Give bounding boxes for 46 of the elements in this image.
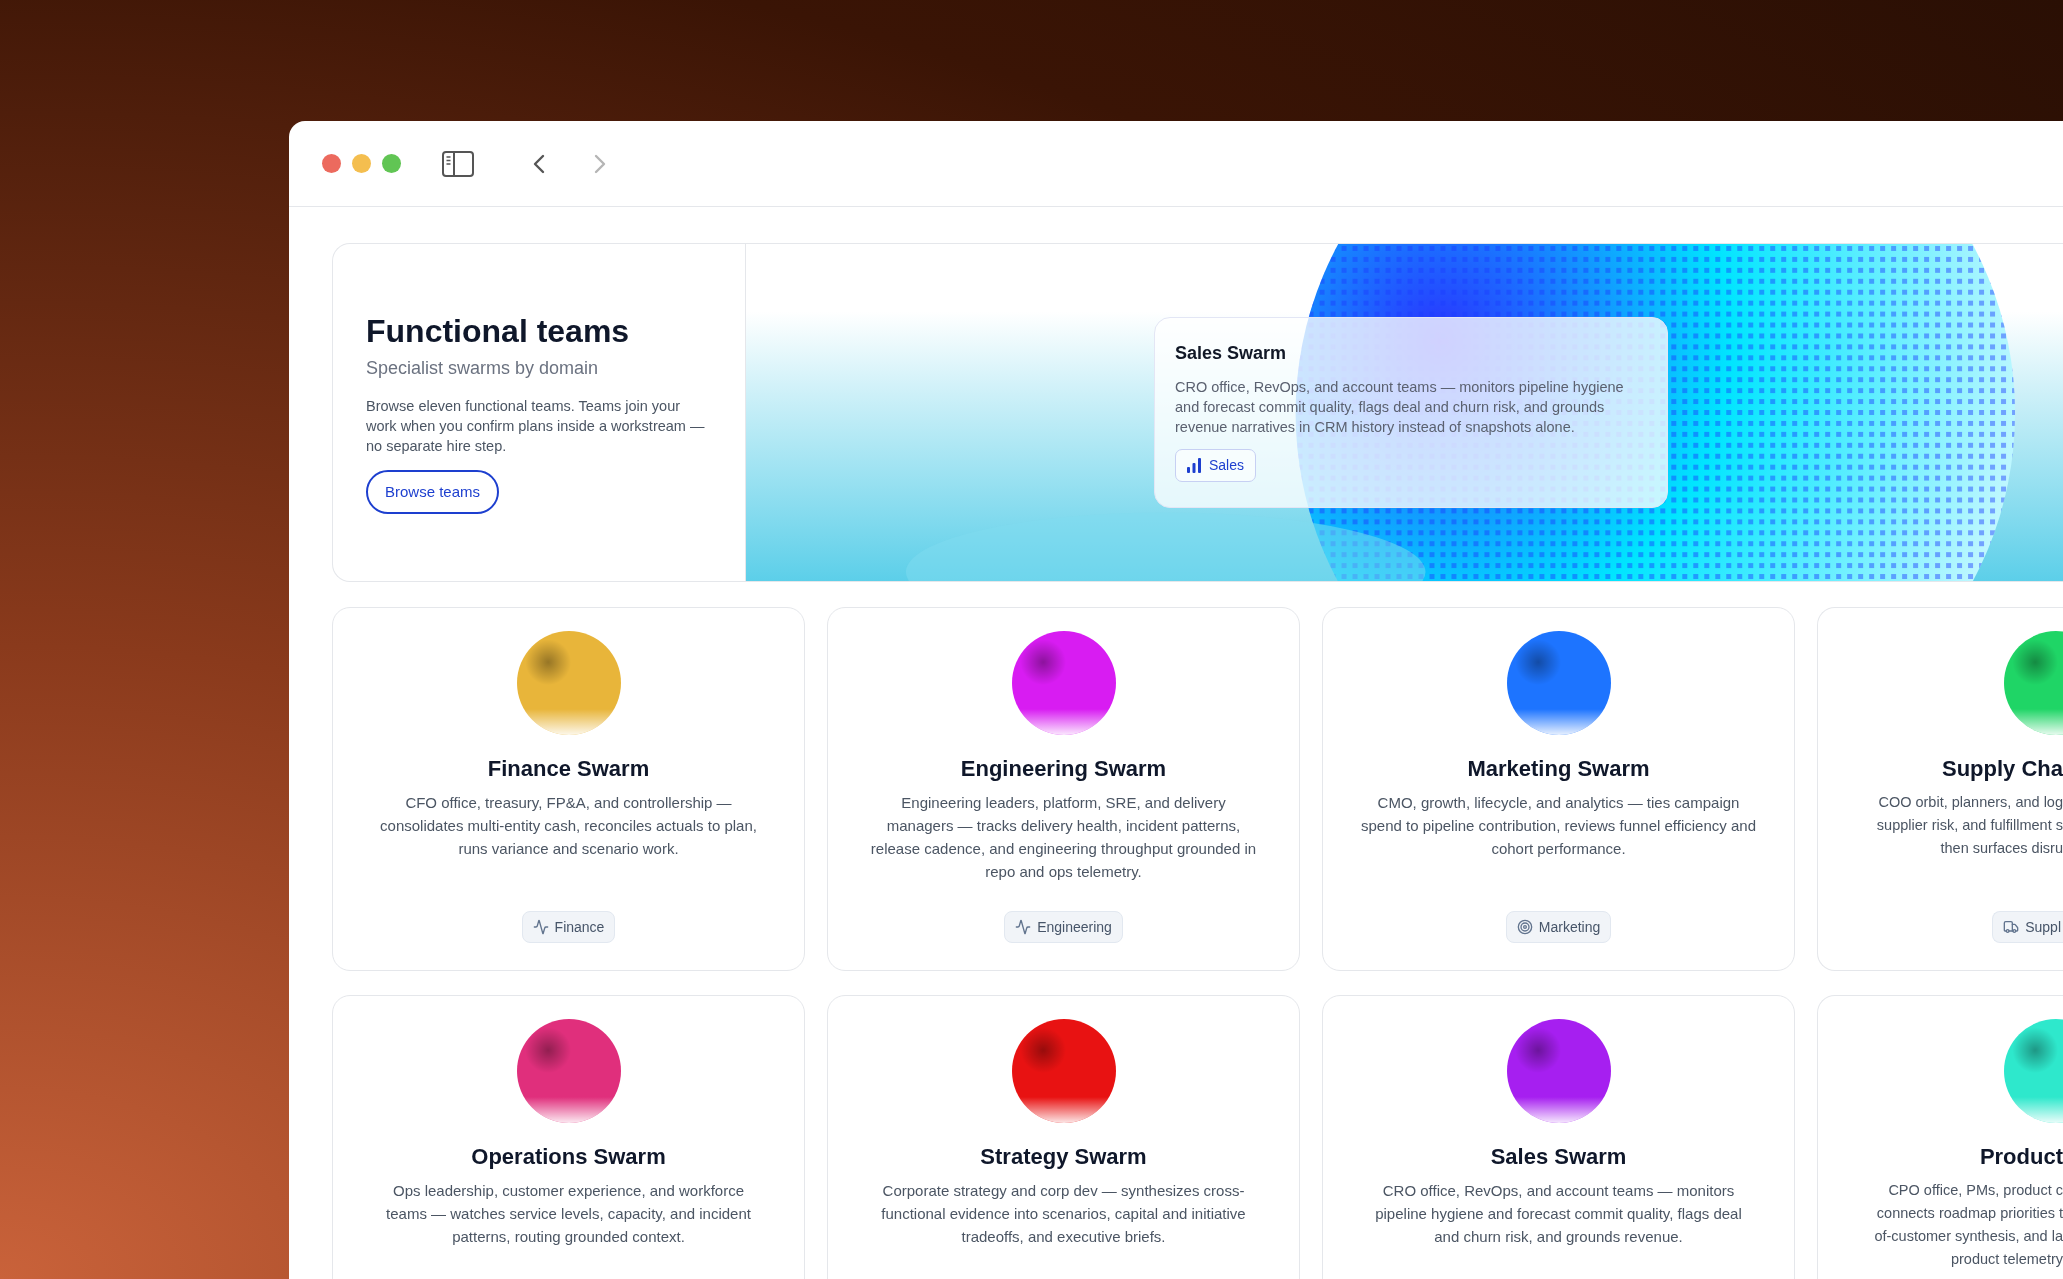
team-description-line: CPO office, PMs, product c [1888,1181,2063,1200]
sidebar-icon[interactable] [442,150,474,177]
team-title: Product [1979,1143,2063,1171]
browse-teams-button[interactable]: Browse teams [366,470,500,514]
team-description-line: then surfaces disru [1940,839,2063,858]
pulse-icon [1015,919,1032,935]
page-title: Functional teams [366,312,631,351]
bar-chart-icon [1187,458,1201,473]
team-description: CFO office, treasury, FP&A, and controllership — consolidates multi-entity cash, reconciles actuals to plan, runs variance and scenario work. [379,793,758,859]
page-subtitle: Specialist swarms by domain [366,357,600,380]
truck-icon [2003,919,2020,935]
team-card[interactable]: Sales Swarm CRO office, RevOps, and account teams — monitors pipeline hygiene and forecast commit quality, flags deal and churn risk, and grounds revenue. [1322,995,1795,1279]
team-description-line: of-customer synthesis, and la [1874,1227,2063,1246]
featured-description: CRO office, RevOps, and account teams — monitors pipeline hygiene and forecast commit quality, flags deal and churn risk, and grounds revenue narratives in CRM history instead of snapshots alone. [1175,378,1625,437]
team-card[interactable]: Finance Swarm CFO office, treasury, FP&A, and controllership — consolidates multi-entity cash, reconciles actuals to plan, runs variance and scenario work. Finance [332,607,805,971]
team-card[interactable]: Supply Cha COO orbit, planners, and log supplier risk, and fulfillment s then surfaces disru Suppl [1817,607,2063,971]
team-description: CMO, growth, lifecycle, and analytics — ties campaign spend to pipeline contribution, reviews funnel efficiency and cohort performance. [1361,793,1756,859]
featured-title: Sales Swarm [1175,342,1288,365]
target-icon [1516,919,1533,935]
pulse-icon [532,919,549,935]
team-card[interactable] [827,607,1300,971]
team-tag[interactable]: Finance [521,911,616,943]
team-description: Corporate strategy and corp dev — synthesizes cross-functional evidence into scenarios, capital and initiative tradeoffs, and executive briefs. [880,1181,1247,1247]
team-title: Supply Cha [1942,755,2063,783]
team-title: Engineering Swarm [960,755,1167,783]
team-title: Marketing Swarm [1467,755,1650,783]
team-title: Sales Swarm [1490,1143,1627,1171]
team-card[interactable]: Marketing Swarm CMO, growth, lifecycle, and analytics — ties campaign spend to pipeline contribution, reviews funnel efficiency and cohort performance. Marketing [1322,607,1795,971]
team-card[interactable]: Operations Swarm Ops leadership, customer experience, and workforce teams — watches service levels, capacity, and incident patterns, routing grounded context. [332,995,805,1279]
team-card[interactable]: Strategy Swarm Corporate strategy and corp dev — synthesizes cross-functional evidence into scenarios, capital and initiative tradeoffs, and executive briefs. [827,995,1300,1279]
team-tag[interactable]: Engineering [1004,911,1123,943]
team-description: CRO office, RevOps, and account teams — monitors pipeline hygiene and forecast commit quality, flags deal and churn risk, and grounds revenue. [1374,1181,1743,1247]
page-description: Browse eleven functional teams. Teams join your work when you confirm plans inside a workstream — no separate hire step. [366,397,706,456]
team-description-line: supplier risk, and fulfillment s [1876,816,2063,835]
team-description-line: product telemetry [1950,1250,2063,1269]
team-title: Strategy Swarm [980,1143,1147,1171]
team-title: Finance Swarm [487,755,650,783]
team-tag[interactable]: Suppl [1992,911,2063,943]
team-description-line: COO orbit, planners, and log [1878,793,2063,812]
team-description: Ops leadership, customer experience, and workforce teams — watches service levels, capacity, and incident patterns, routing grounded context. [385,1181,752,1247]
team-title: Operations Swarm [471,1143,666,1171]
sales-tag[interactable]: Sales [1175,449,1257,482]
team-description-line: connects roadmap priorities t [1876,1204,2063,1223]
team-card[interactable]: Product CPO office, PMs, product c connects roadmap priorities t of-customer synthesis, and la product telemetry [1817,995,2063,1279]
team-tag[interactable]: Marketing [1505,911,1612,943]
team-description: Engineering leaders, platform, SRE, and delivery managers — tracks delivery health, incident patterns, release cadence, and engineering throughput grounded in repo and ops telemetry. [869,793,1258,882]
